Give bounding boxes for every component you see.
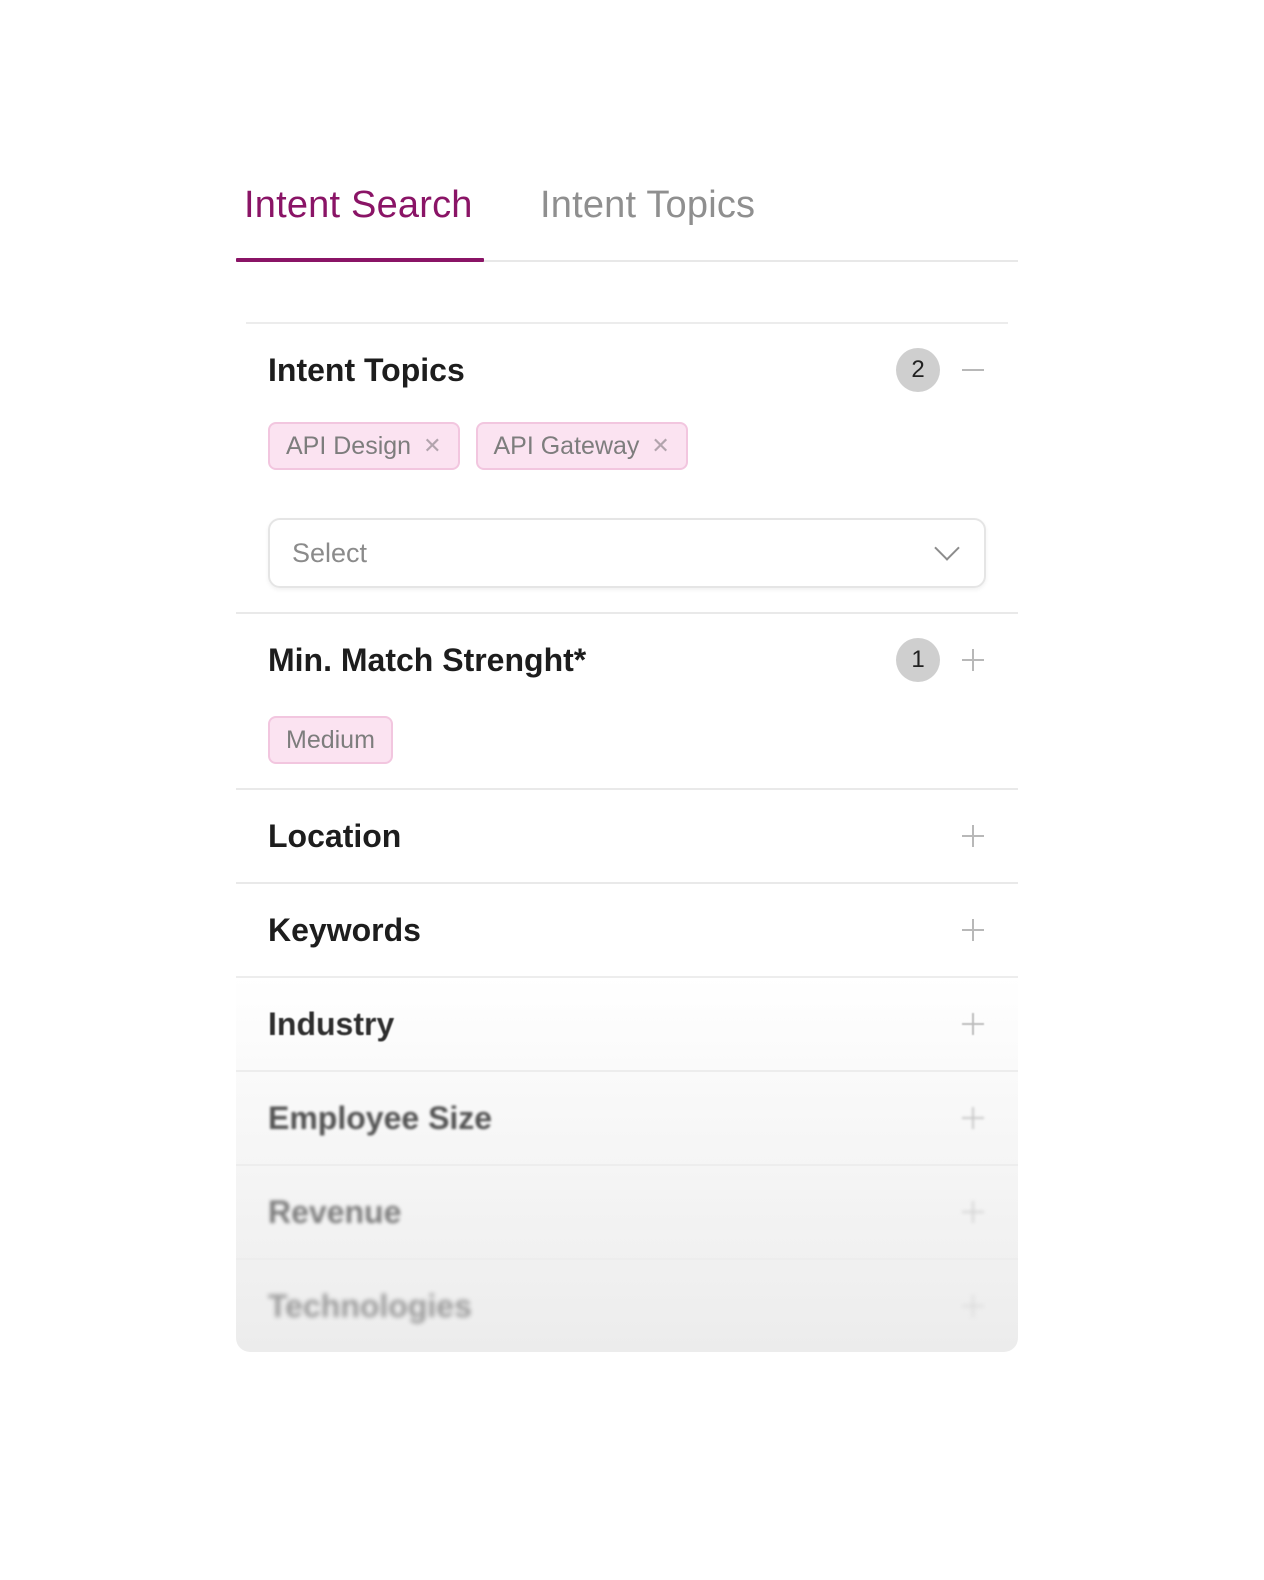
section-technologies-header[interactable]: Technologies: [236, 1260, 1018, 1352]
chip-api-design: API Design ✕: [268, 422, 460, 470]
section-industry-header[interactable]: Industry: [236, 978, 1018, 1070]
tab-intent-search[interactable]: Intent Search: [244, 184, 473, 227]
chip-api-gateway: API Gateway ✕: [475, 422, 688, 470]
chip-label: API Gateway: [493, 431, 640, 460]
count-badge: 2: [896, 348, 940, 392]
plus-icon[interactable]: [962, 1201, 984, 1223]
section-title: Employee Size: [268, 1099, 493, 1136]
chevron-down-icon: [934, 535, 960, 561]
close-icon[interactable]: ✕: [651, 433, 669, 459]
section-revenue: Revenue: [236, 1164, 1018, 1258]
section-keywords: Keywords: [236, 882, 1018, 976]
chip-medium: Medium: [268, 716, 393, 764]
section-title: Location: [268, 817, 402, 854]
count-badge: 1: [896, 638, 940, 682]
section-keywords-header[interactable]: Keywords: [236, 884, 1018, 976]
plus-icon[interactable]: [962, 649, 984, 671]
select-placeholder: Select: [292, 537, 368, 568]
section-intent-topics-header[interactable]: Intent Topics 2: [246, 324, 1008, 416]
section-intent-topics-body: API Design ✕ API Gateway ✕ Select: [246, 416, 1008, 612]
section-location: Location: [236, 788, 1018, 882]
section-title: Keywords: [268, 911, 421, 948]
active-tab-indicator: [236, 258, 484, 262]
intent-topics-select[interactable]: Select: [268, 518, 986, 588]
section-title: Intent Topics: [268, 351, 465, 388]
section-match-strength-header[interactable]: Min. Match Strenght* 1: [236, 614, 1018, 706]
section-technologies: Technologies: [236, 1258, 1018, 1352]
chip-label: Medium: [286, 725, 375, 754]
plus-icon[interactable]: [962, 1295, 984, 1317]
section-match-strength-body: Medium: [236, 706, 1018, 788]
section-title: Technologies: [268, 1287, 472, 1324]
plus-icon[interactable]: [962, 1013, 984, 1035]
section-employee-size-header[interactable]: Employee Size: [236, 1072, 1018, 1164]
section-intent-topics: Intent Topics 2 API Design ✕ API Gateway…: [246, 322, 1008, 612]
plus-icon[interactable]: [962, 1107, 984, 1129]
section-title: Industry: [268, 1005, 395, 1042]
section-title: Revenue: [268, 1193, 402, 1230]
minus-icon[interactable]: [962, 359, 984, 381]
section-location-header[interactable]: Location: [236, 790, 1018, 882]
close-icon[interactable]: ✕: [423, 433, 441, 459]
filter-accordion: Intent Topics 2 API Design ✕ API Gateway…: [236, 322, 1018, 1352]
section-revenue-header[interactable]: Revenue: [236, 1166, 1018, 1258]
chip-label: API Design: [286, 431, 412, 460]
section-title: Min. Match Strenght*: [268, 641, 587, 678]
section-industry: Industry: [236, 976, 1018, 1070]
section-employee-size: Employee Size: [236, 1070, 1018, 1164]
tab-bar: Intent Search Intent Topics: [236, 150, 1018, 262]
selected-chips: API Design ✕ API Gateway ✕: [268, 416, 986, 470]
plus-icon[interactable]: [962, 919, 984, 941]
section-match-strength: Min. Match Strenght* 1 Medium: [236, 612, 1018, 788]
faded-sections: Industry Employee Size Revenue Technolog…: [236, 976, 1018, 1352]
filter-panel: Intent Search Intent Topics Intent Topic…: [236, 150, 1018, 1352]
tab-intent-topics[interactable]: Intent Topics: [540, 184, 755, 227]
selected-chips: Medium: [268, 710, 986, 764]
plus-icon[interactable]: [962, 825, 984, 847]
